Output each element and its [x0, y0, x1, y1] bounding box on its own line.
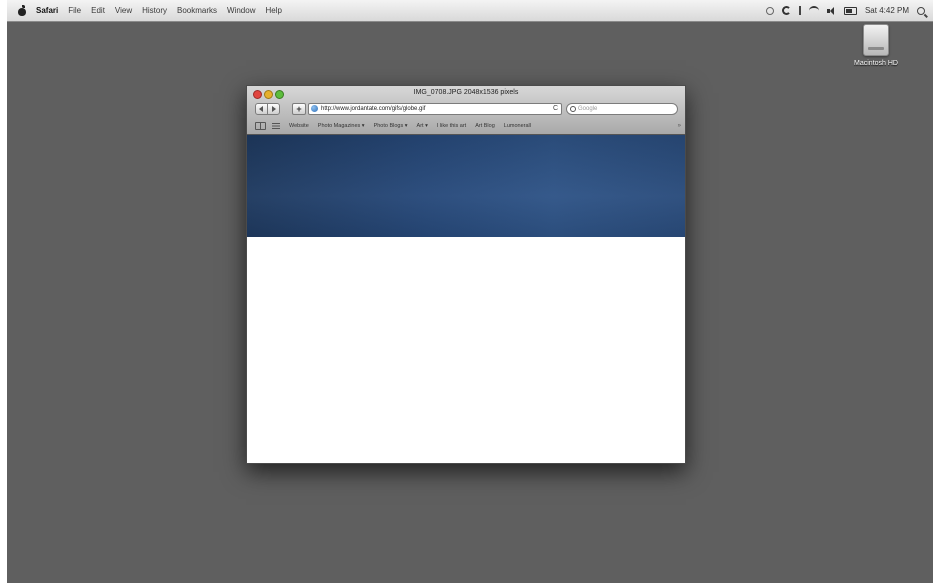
address-bar[interactable]: http://www.jordantate.com/gifs/globe.gif…	[308, 103, 562, 115]
forward-button[interactable]	[267, 103, 280, 115]
desktop-icon-label: Macintosh HD	[854, 60, 898, 67]
desktop: Safari File Edit View History Bookmarks …	[7, 0, 933, 583]
bookmarks-bar: Website Photo Magazines ▾ Photo Blogs ▾ …	[247, 119, 685, 132]
volume-icon[interactable]	[826, 6, 836, 15]
show-all-bookmarks-icon[interactable]	[272, 122, 280, 129]
bookmark-i-like-this-art[interactable]: I like this art	[437, 123, 466, 129]
menu-bar: Safari File Edit View History Bookmarks …	[7, 0, 933, 22]
wifi-icon[interactable]	[808, 6, 819, 15]
menu-view[interactable]: View	[115, 6, 132, 15]
safari-window: IMG_0708.JPG 2048x1536 pixels + http://w…	[246, 85, 686, 464]
bookmark-lumonerall[interactable]: Lumonerall	[504, 123, 531, 129]
address-url[interactable]: http://www.jordantate.com/gifs/globe.gif	[321, 104, 425, 114]
menu-bookmarks[interactable]: Bookmarks	[177, 6, 217, 15]
sync-icon[interactable]	[781, 6, 791, 15]
menu-window[interactable]: Window	[227, 6, 255, 15]
apple-menu-icon[interactable]	[17, 5, 27, 16]
bookmark-photo-magazines[interactable]: Photo Magazines ▾	[318, 123, 365, 129]
menu-history[interactable]: History	[142, 6, 167, 15]
time-machine-icon[interactable]	[765, 6, 774, 15]
menu-clock[interactable]: Sat 4:42 PM	[865, 6, 909, 15]
window-toolbar: IMG_0708.JPG 2048x1536 pixels + http://w…	[247, 86, 685, 135]
bookmark-art[interactable]: Art ▾	[417, 123, 428, 129]
bookmark-art-blog[interactable]: Art Blog	[475, 123, 495, 129]
menu-app-safari[interactable]: Safari	[36, 6, 58, 15]
bookmarks-overflow-icon[interactable]: »	[678, 123, 681, 129]
displayed-image	[247, 135, 685, 237]
site-favicon-icon	[311, 105, 318, 112]
menu-file[interactable]: File	[68, 6, 81, 15]
hard-drive-icon[interactable]	[863, 24, 889, 56]
window-title: IMG_0708.JPG 2048x1536 pixels	[413, 89, 519, 96]
page-content	[247, 135, 685, 463]
menu-extras: Sat 4:42 PM	[765, 0, 925, 21]
reading-list-icon[interactable]	[255, 121, 266, 130]
bluetooth-icon[interactable]	[798, 6, 801, 15]
bookmark-photo-blogs[interactable]: Photo Blogs ▾	[374, 123, 408, 129]
menu-edit[interactable]: Edit	[91, 6, 105, 15]
bookmark-website[interactable]: Website	[289, 123, 309, 129]
search-field[interactable]: Google	[566, 103, 678, 115]
menu-help[interactable]: Help	[265, 6, 281, 15]
search-icon	[570, 106, 576, 112]
desktop-icon-macintosh-hd[interactable]: Macintosh HD	[833, 24, 919, 67]
battery-icon[interactable]	[843, 6, 857, 15]
search-placeholder[interactable]: Google	[578, 104, 597, 114]
add-bookmark-button[interactable]: +	[292, 103, 306, 115]
reload-icon[interactable]: C	[553, 104, 558, 114]
spotlight-search-icon[interactable]	[917, 6, 925, 15]
